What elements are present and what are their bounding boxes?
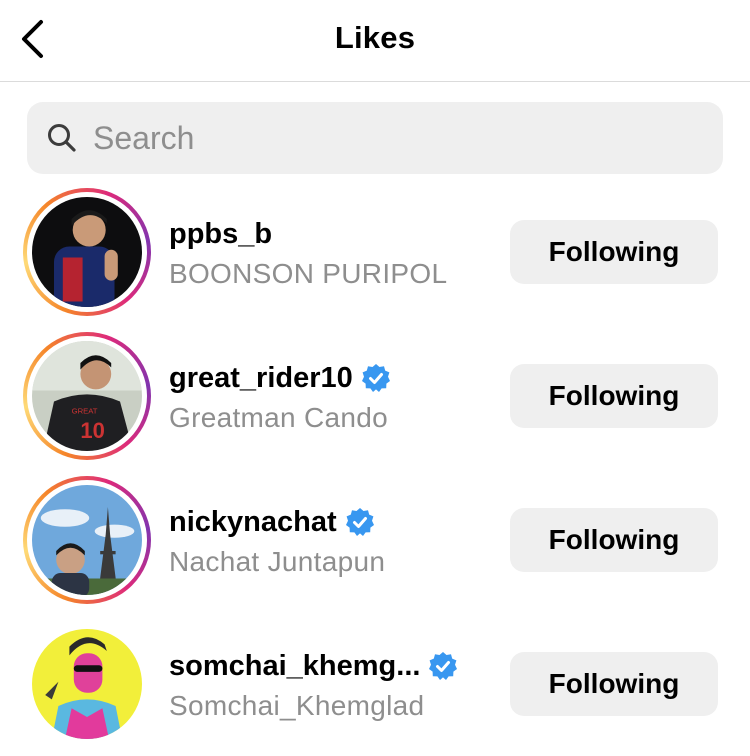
search-input[interactable] (93, 119, 723, 157)
verified-badge-icon (361, 363, 391, 393)
svg-text:10: 10 (80, 418, 104, 443)
avatar (32, 629, 142, 739)
full-name: Greatman Cando (169, 402, 388, 433)
username[interactable]: somchai_khemg... (169, 650, 420, 683)
full-name: Nachat Juntapun (169, 546, 386, 577)
following-button[interactable]: Following (510, 652, 718, 716)
username[interactable]: nickynachat (169, 506, 337, 539)
story-ring[interactable] (23, 188, 151, 316)
following-button[interactable]: Following (510, 508, 718, 572)
username[interactable]: great_rider10 (169, 362, 353, 395)
search-bar[interactable] (27, 102, 723, 174)
verified-badge-icon (428, 651, 458, 681)
avatar-frame[interactable] (23, 620, 151, 748)
list-item[interactable]: somchai_khemg... Somchai_Khemglad Follow… (0, 612, 750, 756)
header: Likes (0, 0, 750, 82)
verified-badge-icon (345, 507, 375, 537)
list-item[interactable]: GREAT 10 great_rider10 Greatman Cando Fo… (0, 324, 750, 468)
avatar (32, 485, 142, 595)
search-icon (47, 123, 77, 153)
story-ring[interactable]: GREAT 10 (23, 332, 151, 460)
list-item[interactable]: nickynachat Nachat Juntapun Following (0, 468, 750, 612)
username[interactable]: ppbs_b (169, 218, 272, 251)
page-title: Likes (334, 20, 416, 55)
story-ring[interactable] (23, 476, 151, 604)
list-item[interactable]: ppbs_b BOONSON PURIPOL Following (0, 180, 750, 324)
avatar (32, 197, 142, 307)
following-button[interactable]: Following (510, 220, 718, 284)
full-name: BOONSON PURIPOL (169, 258, 448, 289)
svg-text:GREAT: GREAT (72, 407, 98, 416)
full-name: Somchai_Khemglad (169, 690, 425, 721)
following-button[interactable]: Following (510, 364, 718, 428)
avatar: GREAT 10 (32, 341, 142, 451)
